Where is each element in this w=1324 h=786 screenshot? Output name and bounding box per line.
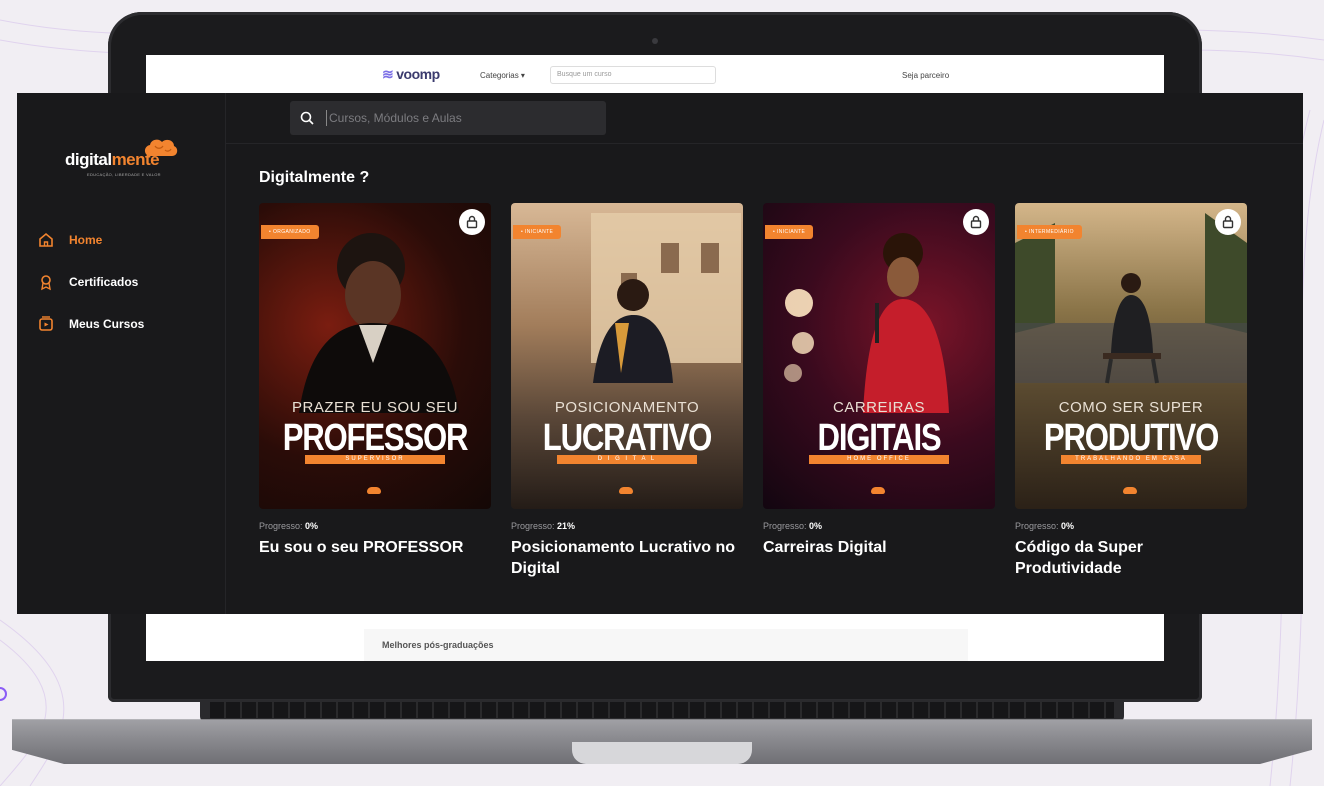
- cover-title: DIGITAIS: [817, 417, 942, 459]
- laptop-camera: [652, 38, 658, 44]
- top-bar: [226, 93, 1303, 144]
- sidebar-item-label: Home: [69, 233, 103, 247]
- progress-label: Progresso:: [763, 521, 807, 531]
- digitalmente-logo[interactable]: digitalmente EDUCAÇÃO, LIBERDADE E VALOR: [65, 138, 185, 182]
- section-title: Digitalmente ?: [259, 169, 370, 186]
- search-input[interactable]: [326, 110, 591, 126]
- cover-subtitle: CARREIRAS: [832, 399, 926, 416]
- course-card[interactable]: • INTERMEDIÁRIO COMO SER SUPER PRODUTIVO…: [1015, 203, 1247, 579]
- course-title[interactable]: Posicionamento Lucrativo no Digital: [511, 537, 743, 579]
- progress-label: Progresso:: [511, 521, 555, 531]
- course-progress: Progresso: 0%: [259, 521, 491, 531]
- voomp-section-strip: Melhores pós-graduações: [364, 629, 968, 661]
- progress-label: Progresso:: [1015, 521, 1059, 531]
- course-title[interactable]: Eu sou o seu PROFESSOR: [259, 537, 491, 558]
- laptop-keyboard: [210, 702, 1114, 718]
- progress-value: 21%: [557, 521, 576, 531]
- cover-brain-mark: [871, 487, 885, 494]
- progress-label: Progresso:: [259, 521, 303, 531]
- lock-icon: [963, 209, 989, 235]
- course-progress: Progresso: 0%: [1015, 521, 1247, 531]
- progress-value: 0%: [1061, 521, 1075, 531]
- cover-tagline: TRABALHANDO EM CASA: [1061, 455, 1201, 464]
- main-content: Digitalmente ? • ORGANIZADO PRAZER EU SO…: [226, 93, 1303, 614]
- course-cover[interactable]: • INTERMEDIÁRIO COMO SER SUPER PRODUTIVO…: [1015, 203, 1247, 509]
- voomp-header: ≋ voomp Categorias ▾ Busque um curso Seja…: [146, 55, 1164, 93]
- voomp-categories-menu[interactable]: Categorias ▾: [480, 71, 525, 80]
- cover-subtitle: COMO SER SUPER: [1058, 399, 1204, 416]
- voomp-partner-link[interactable]: Seja parceiro: [902, 71, 949, 80]
- certificate-icon: [41, 275, 51, 291]
- cover-subtitle: POSICIONAMENTO: [554, 399, 700, 416]
- course-cover[interactable]: • INICIANTE POSICIONAMENTO LUCRATIVO D I…: [511, 203, 743, 509]
- cover-brain-mark: [1123, 487, 1137, 494]
- lock-icon: [459, 209, 485, 235]
- course-card[interactable]: • INICIANTE CARREIRAS DIGITAIS HOME OFFI…: [763, 203, 995, 558]
- search-icon: [300, 111, 314, 125]
- level-badge: • INICIANTE: [513, 225, 562, 239]
- level-badge: • INTERMEDIÁRIO: [1017, 225, 1082, 239]
- cover-tagline: D I G I T A L: [557, 455, 697, 464]
- course-cover[interactable]: • INICIANTE CARREIRAS DIGITAIS HOME OFFI…: [763, 203, 995, 509]
- sidebar-item-home[interactable]: Home: [37, 229, 102, 251]
- digitalmente-app: digitalmente EDUCAÇÃO, LIBERDADE E VALOR…: [17, 93, 1303, 614]
- laptop-notch: [572, 742, 752, 764]
- voomp-brand-text: voomp: [396, 66, 440, 82]
- logo-tagline: EDUCAÇÃO, LIBERDADE E VALOR: [87, 172, 161, 177]
- cover-subtitle: PRAZER EU SOU SEU: [291, 399, 459, 416]
- sidebar-item-meus-cursos[interactable]: Meus Cursos: [37, 313, 144, 335]
- cover-person-image: [299, 233, 459, 413]
- cover-title: PRODUTIVO: [1043, 417, 1219, 459]
- level-badge: • ORGANIZADO: [261, 225, 319, 239]
- cover-tagline: HOME OFFICE: [809, 455, 949, 464]
- course-cover[interactable]: • ORGANIZADO PRAZER EU SOU SEU PROFESSOR…: [259, 203, 491, 509]
- sidebar-item-label: Meus Cursos: [69, 317, 145, 331]
- logo-wordmark: digitalmente: [65, 150, 160, 170]
- cover-brain-mark: [619, 487, 633, 494]
- cover-brain-mark: [367, 487, 381, 494]
- course-progress: Progresso: 21%: [511, 521, 743, 531]
- home-icon: [39, 232, 53, 247]
- course-card[interactable]: • ORGANIZADO PRAZER EU SOU SEU PROFESSOR…: [259, 203, 491, 558]
- course-title[interactable]: Código da Super Produtividade: [1015, 537, 1247, 579]
- cover-tagline: SUPERVISOR: [305, 455, 445, 464]
- progress-value: 0%: [305, 521, 319, 531]
- voomp-search-input[interactable]: Busque um curso: [550, 66, 716, 84]
- course-title[interactable]: Carreiras Digital: [763, 537, 995, 558]
- sidebar: digitalmente EDUCAÇÃO, LIBERDADE E VALOR…: [17, 93, 226, 614]
- progress-value: 0%: [809, 521, 823, 531]
- logo-part2: mente: [111, 150, 160, 169]
- course-card[interactable]: • INICIANTE POSICIONAMENTO LUCRATIVO D I…: [511, 203, 743, 579]
- voomp-section-title: Melhores pós-graduações: [382, 640, 494, 650]
- course-progress: Progresso: 0%: [763, 521, 995, 531]
- cover-title: LUCRATIVO: [542, 417, 713, 459]
- search-box[interactable]: [290, 101, 606, 135]
- cover-title: PROFESSOR: [282, 417, 469, 459]
- sidebar-item-label: Certificados: [69, 275, 139, 289]
- voomp-logo-icon: ≋: [382, 66, 394, 82]
- courses-icon: [39, 316, 53, 331]
- lock-icon: [1215, 209, 1241, 235]
- voomp-logo[interactable]: ≋ voomp: [382, 66, 440, 83]
- logo-part1: digital: [65, 150, 112, 169]
- sidebar-item-certificados[interactable]: Certificados: [37, 271, 138, 293]
- level-badge: • INICIANTE: [765, 225, 814, 239]
